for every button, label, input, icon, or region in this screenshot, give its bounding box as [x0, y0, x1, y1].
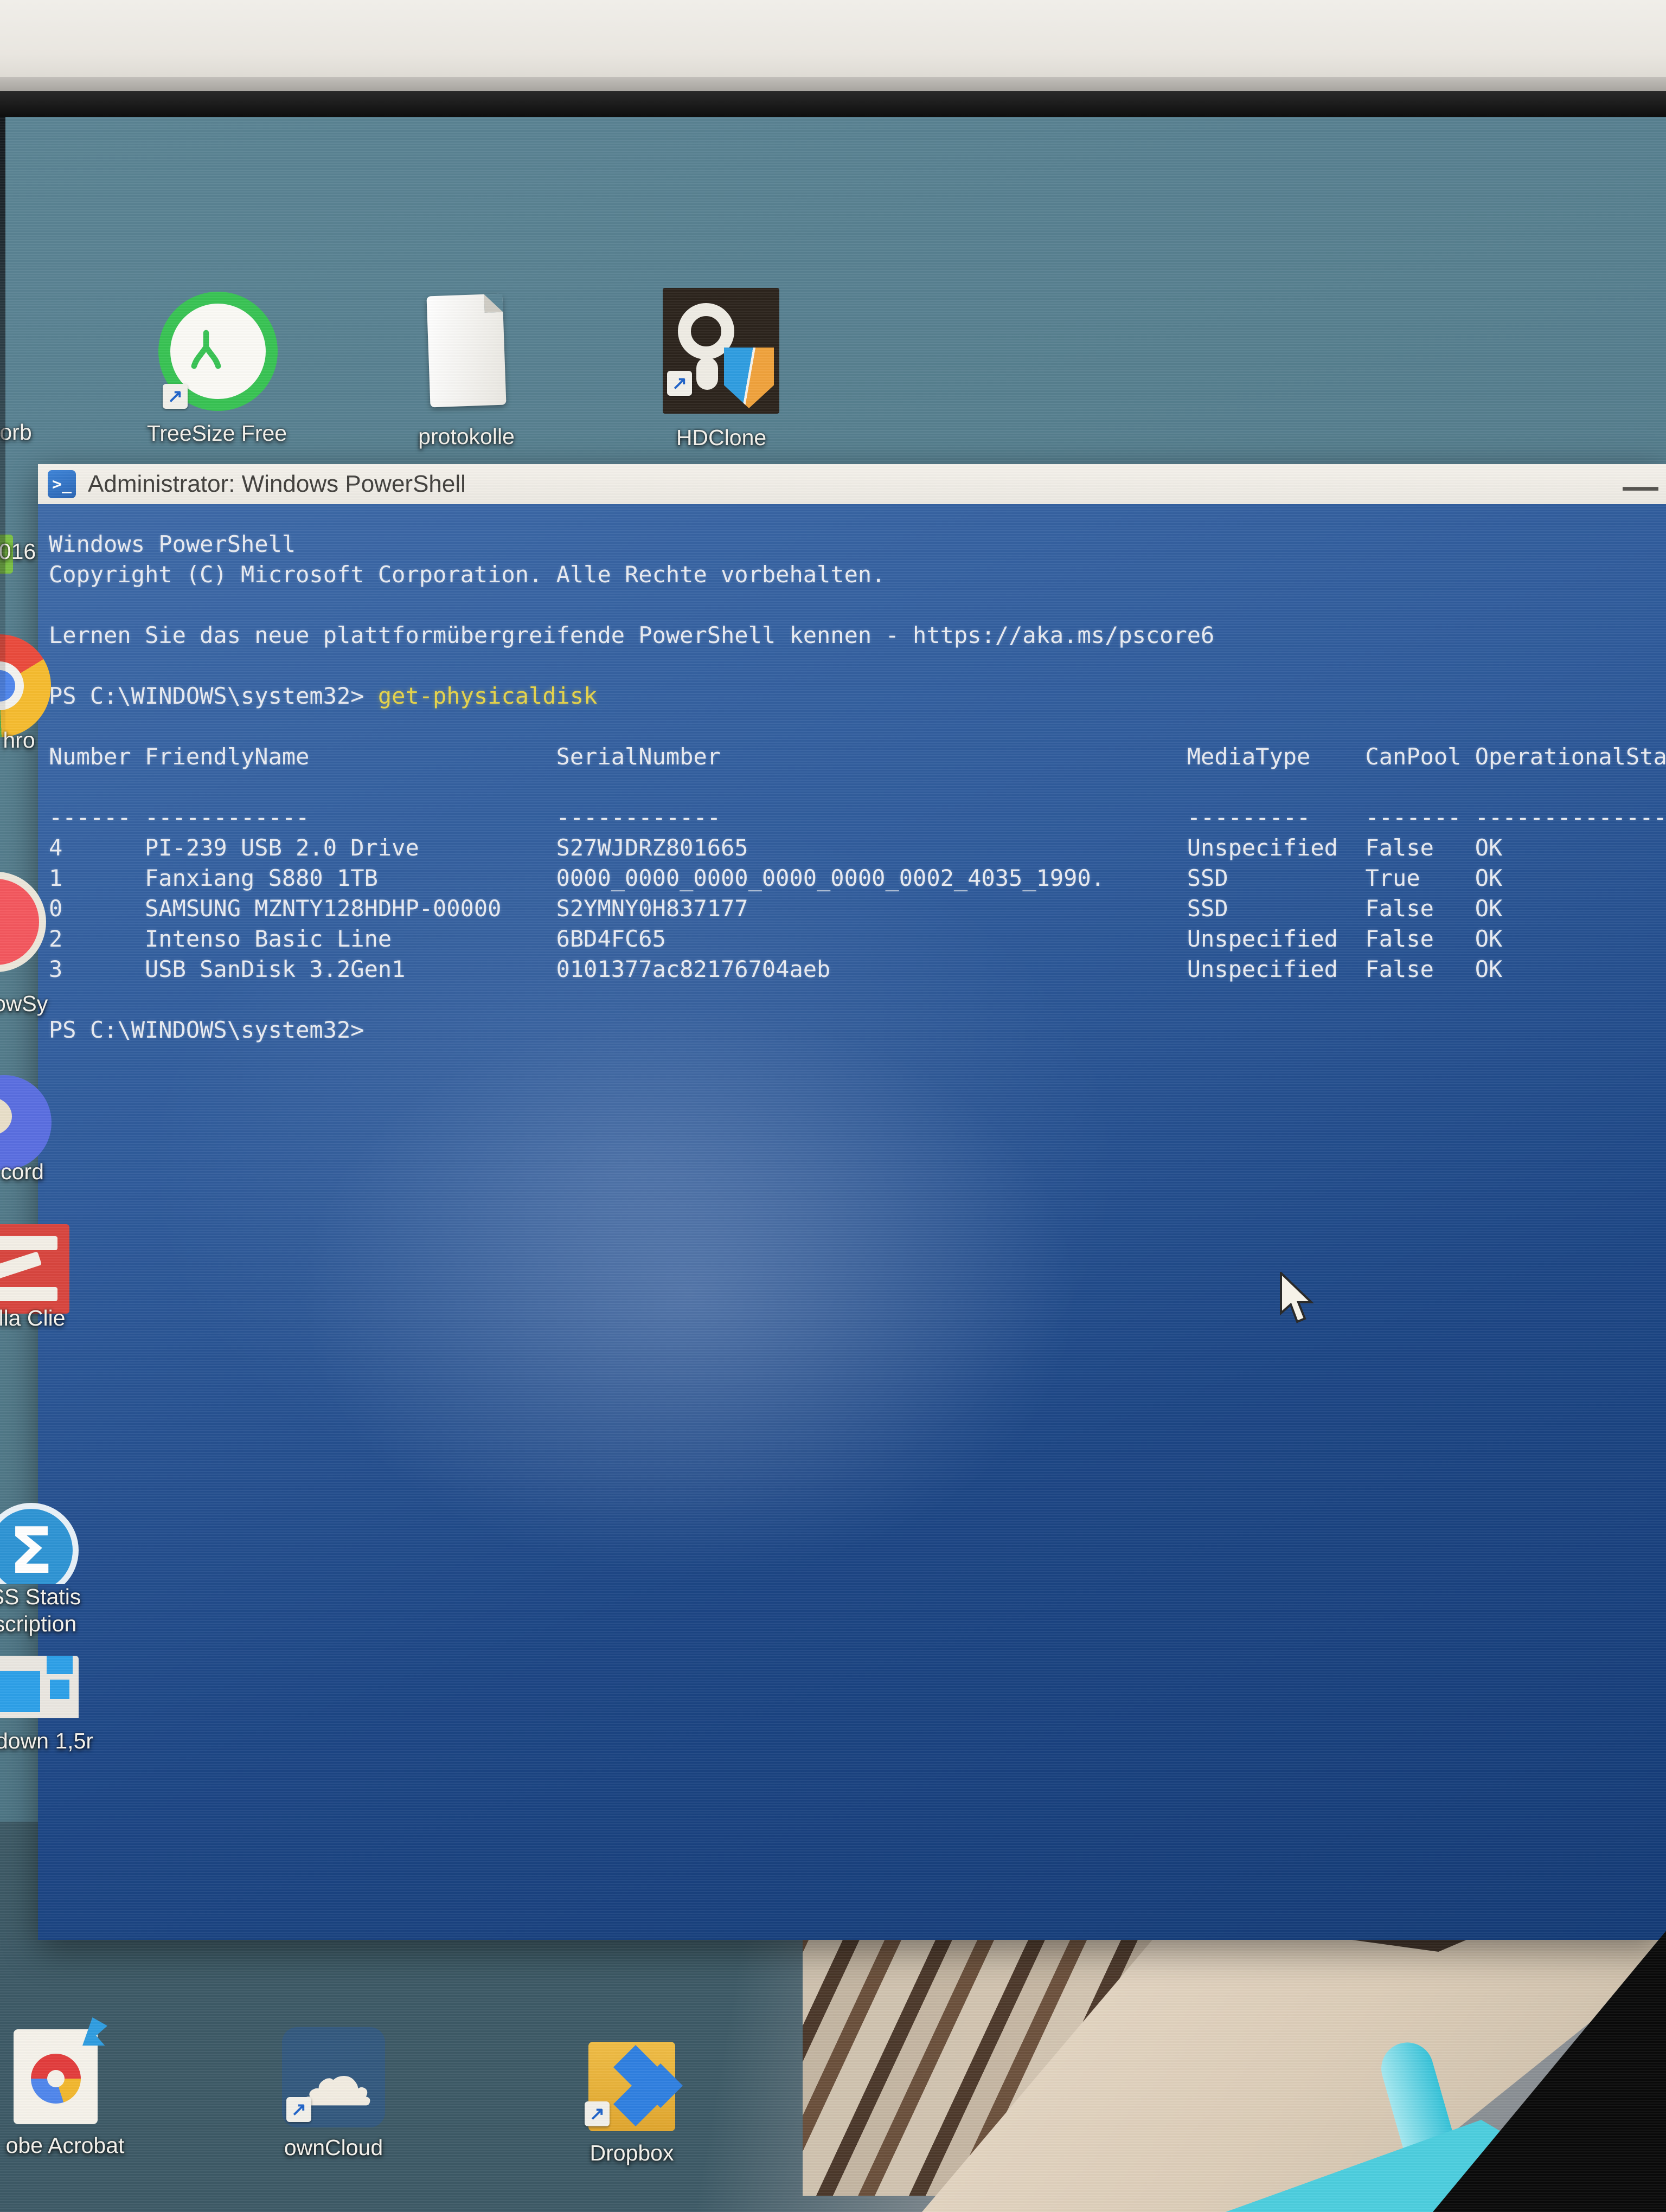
- console-table-row: 4 PI-239 USB 2.0 Drive S27WJDRZ801665 Un…: [49, 833, 1666, 863]
- console-table-row: 1 Fanxiang S880 1TB 0000_0000_0000_0000_…: [49, 863, 1666, 893]
- acrobat-swirl-hole: [47, 2070, 65, 2087]
- hdclone-label: HDClone: [629, 425, 813, 451]
- shortcut-arrow-icon: ↗: [667, 371, 692, 396]
- console-table-header: Number FriendlyName SerialNumber MediaTy…: [49, 742, 1666, 772]
- console-table-row: 3 USB SanDisk 3.2Gen1 0101377ac82176704a…: [49, 954, 1666, 985]
- download-label-partial: down 1,5r: [0, 1728, 99, 1754]
- red-app-label-partial: owSy: [0, 991, 48, 1017]
- document-fold-corner: [484, 294, 503, 313]
- shortcut-arrow-icon: ↗: [286, 2097, 311, 2122]
- shortcut-arrow-icon: ↗: [163, 384, 188, 409]
- discord-label-partial: cord: [0, 1159, 52, 1185]
- filezilla-label-partial: lla Clie: [0, 1306, 73, 1331]
- console-output[interactable]: Windows PowerShellCopyright (C) Microsof…: [38, 504, 1666, 1940]
- sigma-stats-icon[interactable]: Σ: [0, 1503, 84, 1584]
- console-prompt: PS C:\WINDOWS\system32>: [49, 1015, 1666, 1045]
- partial-icon-label-016: 016: [0, 539, 39, 564]
- monitor-bezel-top-face: [0, 77, 1666, 91]
- treesize-free-label: TreeSize Free: [125, 421, 309, 446]
- console-table-row: 0 SAMSUNG MZNTY128HDHP-00000 S2YMNY0H837…: [49, 893, 1666, 924]
- chrome-icon[interactable]: [0, 633, 52, 742]
- console-line: [49, 985, 1666, 1015]
- hdclone-shield-icon: [724, 348, 774, 408]
- wall-background: [0, 0, 1666, 77]
- stats-label-partial-line2: scription: [0, 1611, 81, 1637]
- console-line: Lernen Sie das neue plattformübergreifen…: [49, 620, 1666, 651]
- window-title: Administrator: Windows PowerShell: [88, 471, 466, 498]
- console-line: ------ ------------ ------------ -------…: [49, 802, 1666, 833]
- console-line: [49, 711, 1666, 742]
- photo-of-monitor: ↗ TreeSize Free protokolle ↗ HDClone orb…: [0, 0, 1666, 2212]
- powershell-titlebar[interactable]: >_ Administrator: Windows PowerShell: [38, 464, 1666, 504]
- mouse-cursor: [1279, 1272, 1322, 1326]
- console-line: Windows PowerShell: [49, 529, 1666, 560]
- adobe-acrobat-icon[interactable]: [14, 2029, 98, 2124]
- console-line: PS C:\WINDOWS\system32> get-physicaldisk: [49, 681, 1666, 711]
- typed-command: get-physicaldisk: [364, 683, 598, 709]
- monitor-bezel: [0, 91, 1666, 117]
- red-app-icon[interactable]: [0, 871, 50, 979]
- owncloud-label: ownCloud: [244, 2135, 423, 2160]
- acrobat-label-partial: obe Acrobat: [0, 2133, 163, 2158]
- protokolle-label: protokolle: [374, 424, 559, 449]
- powershell-app-icon: >_: [48, 470, 76, 498]
- blue-squares-icon[interactable]: [0, 1656, 81, 1718]
- monitor-bezel-left: [0, 117, 5, 768]
- filezilla-icon[interactable]: [0, 1223, 71, 1318]
- console-line: [49, 772, 1666, 802]
- console-table-row: 2 Intenso Basic Line 6BD4FC65 Unspecifie…: [49, 924, 1666, 954]
- dropbox-label: Dropbox: [542, 2140, 721, 2166]
- console-line: Copyright (C) Microsoft Corporation. All…: [49, 560, 1666, 590]
- shortcut-arrow-icon: ↗: [585, 2101, 610, 2126]
- console-line: [49, 651, 1666, 681]
- minimize-button[interactable]: [1623, 487, 1658, 491]
- console-line: [49, 590, 1666, 620]
- powershell-window: >_ Administrator: Windows PowerShell Win…: [38, 464, 1666, 1940]
- disk-head-icon: [696, 357, 718, 390]
- treesize-tree-glyph: [187, 318, 225, 383]
- desktop: ↗ TreeSize Free protokolle ↗ HDClone orb…: [0, 117, 1666, 2212]
- stats-label-partial-line1: SS Statis: [0, 1584, 81, 1610]
- protokolle-file-icon[interactable]: [426, 294, 506, 408]
- chrome-label-partial: hro: [0, 728, 43, 753]
